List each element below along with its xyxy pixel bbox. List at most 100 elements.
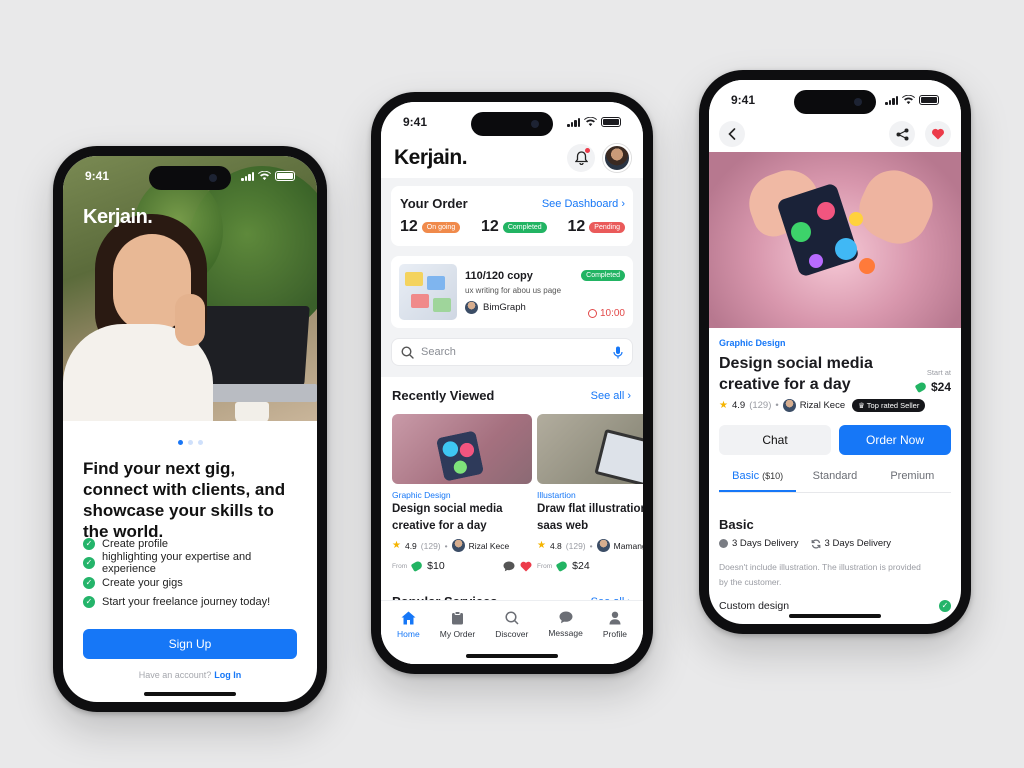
service-category: Graphic Design bbox=[719, 338, 786, 348]
tab-premium[interactable]: Premium bbox=[874, 470, 951, 492]
check-icon: ✓ bbox=[83, 557, 95, 570]
microphone-icon[interactable] bbox=[613, 346, 623, 359]
from-label: From bbox=[392, 562, 408, 570]
tab-profile[interactable]: Profile bbox=[603, 611, 627, 664]
service-card[interactable]: Graphic Design Design social media creat… bbox=[392, 414, 532, 579]
rating: 4.8 bbox=[549, 540, 562, 551]
dynamic-island bbox=[471, 112, 553, 136]
signal-icon bbox=[885, 95, 898, 105]
clock-icon bbox=[587, 309, 597, 318]
service-card[interactable]: Illustartion Draw flat illustration saas… bbox=[537, 414, 643, 579]
search-icon bbox=[401, 345, 414, 359]
status-time: 9:41 bbox=[403, 115, 428, 129]
bell-icon bbox=[574, 151, 588, 165]
feature-item: ✓ highlighting your expertise and experie… bbox=[83, 551, 307, 576]
tab-basic[interactable]: Basic ($10) bbox=[719, 470, 797, 492]
notification-dot bbox=[585, 148, 590, 153]
heart-icon[interactable] bbox=[520, 561, 532, 572]
stat-completed[interactable]: 12 Completed bbox=[481, 218, 547, 236]
chat-button[interactable]: Chat bbox=[719, 425, 831, 455]
package-title: Basic bbox=[719, 517, 754, 532]
dynamic-island bbox=[794, 90, 876, 114]
search-input[interactable]: Search bbox=[391, 338, 633, 366]
order-now-button[interactable]: Order Now bbox=[839, 425, 951, 455]
package-description: Doesn't include illustration. The illust… bbox=[719, 562, 921, 587]
start-at-label: Start at bbox=[926, 368, 951, 377]
signal-icon bbox=[241, 171, 254, 181]
favorite-button[interactable] bbox=[925, 121, 951, 147]
tab-home[interactable]: Home bbox=[397, 611, 420, 664]
service-title-line2: creative for a day bbox=[392, 519, 487, 532]
service-category: Illustartion bbox=[537, 490, 576, 500]
feature-text: Start your freelance journey today! bbox=[102, 596, 271, 609]
onboarding-headline: Find your next gig, connect with clients… bbox=[83, 459, 286, 541]
sign-up-button[interactable]: Sign Up bbox=[83, 629, 297, 659]
home-screen: 9:41 Kerjain. Your Order See Dashboard › bbox=[381, 102, 643, 664]
detail-header bbox=[709, 116, 961, 152]
share-button[interactable] bbox=[889, 121, 915, 147]
clock-icon bbox=[719, 539, 728, 548]
service-title-line2: saas web bbox=[537, 519, 589, 532]
heart-icon bbox=[932, 128, 944, 140]
detail-screen: 9:41 Graphic Design Design social media … bbox=[709, 80, 961, 624]
discover-search-icon bbox=[505, 611, 519, 625]
stat-count: 12 bbox=[481, 218, 499, 235]
carousel-dot[interactable] bbox=[177, 440, 183, 445]
feature-row: Custom design ✓ bbox=[719, 600, 951, 612]
seller-name[interactable]: Rizal Kece bbox=[800, 400, 845, 411]
see-all-link[interactable]: See all › bbox=[591, 390, 631, 402]
battery-icon bbox=[601, 117, 621, 127]
job-thumbnail bbox=[399, 264, 457, 320]
onboarding-screen: 9:41 Kerjain. Find your next gig, connec… bbox=[63, 156, 317, 702]
home-icon bbox=[401, 611, 416, 625]
check-icon: ✓ bbox=[83, 596, 95, 609]
feature-item: ✓ Start your freelance journey today! bbox=[83, 593, 307, 613]
active-job-card[interactable]: 110/120 copy ux writing for abou us page… bbox=[391, 256, 633, 328]
home-indicator bbox=[466, 654, 558, 658]
service-title-line1: Design social media bbox=[392, 503, 503, 515]
service-price: $24 bbox=[572, 560, 590, 572]
star-icon: ★ bbox=[537, 540, 546, 551]
log-in-link[interactable]: Log In bbox=[214, 670, 241, 680]
stat-pending[interactable]: 12 Pending bbox=[568, 218, 625, 236]
star-icon: ★ bbox=[392, 540, 401, 551]
feature-list: ✓ Create profile ✓ highlighting your exper… bbox=[83, 534, 307, 612]
tab-standard[interactable]: Standard bbox=[796, 470, 873, 492]
home-indicator bbox=[144, 692, 236, 696]
your-order-title: Your Order bbox=[400, 196, 468, 211]
wifi-icon bbox=[584, 117, 597, 127]
service-price: $24 bbox=[914, 380, 951, 394]
top-rated-badge: ♛ Top rated Seller bbox=[852, 399, 926, 412]
service-meta: ★ 4.8 (129) • Mamang bbox=[537, 539, 643, 552]
status-time: 9:41 bbox=[85, 169, 110, 183]
service-title-line1: Draw flat illustration bbox=[537, 503, 643, 515]
check-icon: ✓ bbox=[83, 576, 95, 589]
see-dashboard-link[interactable]: See Dashboard › bbox=[542, 198, 625, 210]
package-meta: 3 Days Delivery 3 Days Delivery bbox=[719, 538, 951, 549]
review-count: (129) bbox=[749, 400, 772, 411]
feature-label: Custom design bbox=[719, 600, 790, 612]
notification-button[interactable] bbox=[567, 144, 595, 172]
seller-row: ★ 4.9 (129) • Rizal Kece ♛ Top rated Sel… bbox=[719, 399, 951, 412]
service-price: $10 bbox=[427, 560, 445, 572]
status-badge: Completed bbox=[502, 221, 547, 233]
revision-time: 3 Days Delivery bbox=[811, 538, 891, 549]
chat-icon[interactable] bbox=[503, 561, 515, 572]
stat-count: 12 bbox=[400, 218, 418, 235]
carousel-dot[interactable] bbox=[187, 440, 193, 445]
feature-text: highlighting your expertise and experien… bbox=[102, 551, 252, 576]
avatar[interactable] bbox=[603, 144, 631, 172]
seller-avatar[interactable] bbox=[782, 399, 796, 412]
carousel-dots[interactable] bbox=[63, 440, 317, 445]
service-title: Design social media creative for a day bbox=[719, 355, 873, 393]
price-tag-icon bbox=[410, 560, 424, 572]
battery-icon bbox=[275, 171, 295, 181]
review-count: (129) bbox=[420, 540, 441, 551]
carousel-dot[interactable] bbox=[197, 440, 203, 445]
stat-ongoing[interactable]: 12 On going bbox=[400, 218, 461, 236]
star-icon: ★ bbox=[719, 400, 728, 411]
tab-label: Home bbox=[397, 629, 420, 639]
back-button[interactable] bbox=[719, 121, 745, 147]
service-image bbox=[392, 414, 532, 484]
signal-icon bbox=[567, 117, 580, 127]
